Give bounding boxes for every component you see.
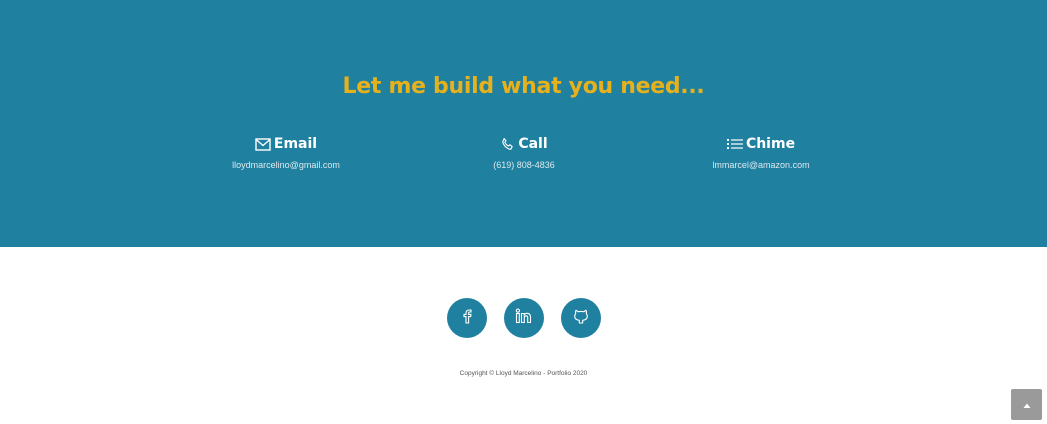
email-title: Email [273, 136, 318, 152]
phone-icon [500, 137, 515, 152]
contact-section: Let me build what you need... Email lloy… [0, 0, 1047, 247]
contact-email: Email lloydmarcelino@gmail.com [166, 134, 406, 170]
facebook-button[interactable] [446, 298, 487, 338]
call-value: (619) 808-4836 [493, 160, 555, 170]
contact-chime: Chime lmmarcel@amazon.com [641, 134, 881, 170]
github-icon [573, 308, 589, 329]
call-title: Call [518, 136, 548, 152]
contact-headline: Let me build what you need... [342, 74, 705, 99]
github-button[interactable] [560, 298, 601, 338]
chime-title: Chime [745, 136, 796, 152]
email-value: lloydmarcelino@gmail.com [232, 160, 340, 170]
facebook-icon [460, 308, 474, 329]
linkedin-icon [515, 307, 533, 329]
copyright-text: Copyright © Lloyd Marcelino - Portfolio … [459, 370, 588, 377]
linkedin-button[interactable] [503, 298, 544, 338]
chevron-up-icon [1023, 396, 1031, 414]
list-icon [726, 138, 743, 150]
contact-call: Call (619) 808-4836 [404, 134, 644, 170]
envelope-icon [255, 137, 271, 151]
social-links [0, 298, 1047, 338]
scroll-to-top-button[interactable] [1011, 389, 1042, 420]
chime-value: lmmarcel@amazon.com [712, 160, 810, 170]
